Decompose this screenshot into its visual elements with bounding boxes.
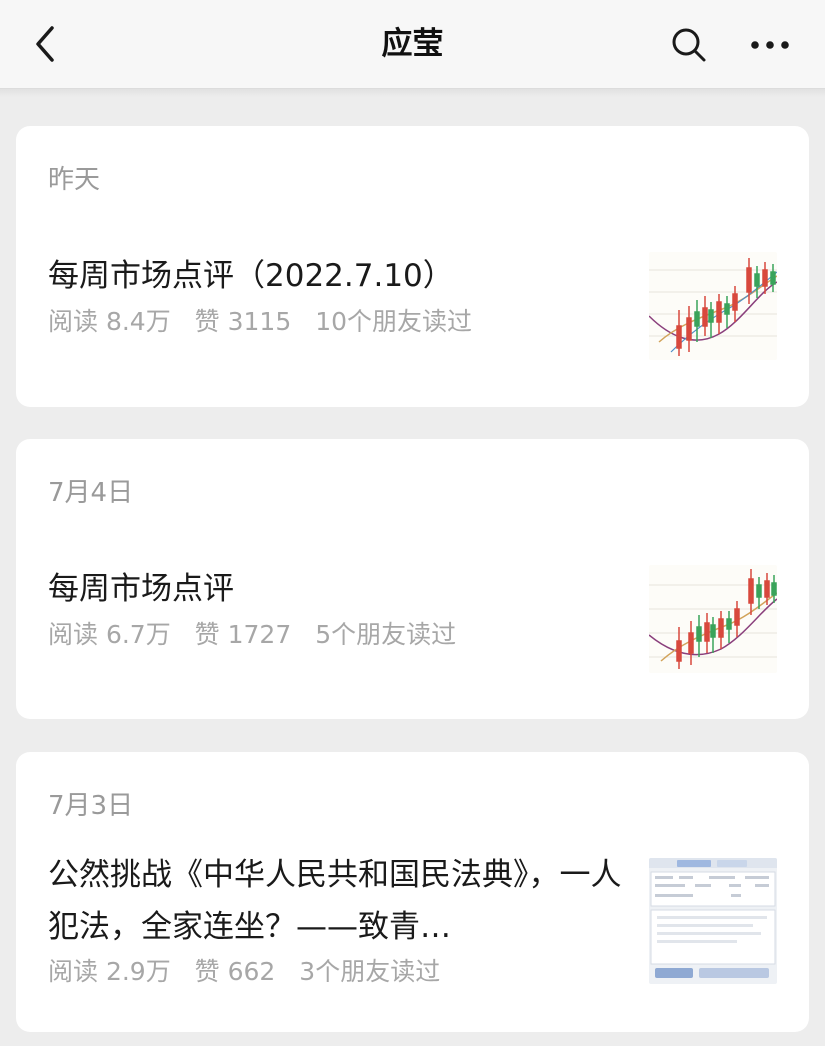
search-button[interactable] bbox=[666, 22, 712, 68]
like-count: 赞 1727 bbox=[194, 620, 292, 649]
search-icon bbox=[672, 28, 706, 62]
stock-chart-thumbnail[interactable] bbox=[649, 565, 777, 673]
top-bar: 应莹 bbox=[0, 0, 825, 89]
stock-chart-thumbnail[interactable] bbox=[649, 252, 777, 360]
article-stats: 阅读 8.4万 赞 3115 10个朋友读过 bbox=[48, 305, 472, 339]
article-date: 昨天 bbox=[48, 165, 101, 195]
article-card[interactable]: 7月3日 公然挑战《中华人民共和国民法典》，一人犯法，全家连坐？——致青… 阅读… bbox=[16, 752, 809, 1032]
friends-read: 10个朋友读过 bbox=[315, 307, 473, 336]
read-count: 阅读 6.7万 bbox=[48, 620, 171, 649]
article-card[interactable]: 7月4日 每周市场点评 阅读 6.7万 赞 1727 5个朋友读过 bbox=[16, 439, 809, 719]
article-card[interactable]: 昨天 每周市场点评（2022.7.10） 阅读 8.4万 赞 3115 10个朋… bbox=[16, 126, 809, 407]
article-title[interactable]: 公然挑战《中华人民共和国民法典》，一人犯法，全家连坐？——致青… bbox=[48, 849, 623, 953]
article-date: 7月3日 bbox=[48, 791, 134, 821]
header-shadow bbox=[0, 89, 825, 97]
screenshot-thumbnail[interactable] bbox=[649, 858, 777, 984]
more-button[interactable] bbox=[744, 22, 796, 68]
article-date: 7月4日 bbox=[48, 478, 134, 508]
article-title[interactable]: 每周市场点评 bbox=[48, 563, 623, 615]
more-dots-icon bbox=[751, 41, 789, 49]
article-stats: 阅读 6.7万 赞 1727 5个朋友读过 bbox=[48, 618, 456, 652]
friends-read: 3个朋友读过 bbox=[299, 957, 441, 986]
friends-read: 5个朋友读过 bbox=[315, 620, 457, 649]
article-title[interactable]: 每周市场点评（2022.7.10） bbox=[48, 250, 623, 302]
read-count: 阅读 2.9万 bbox=[48, 957, 171, 986]
like-count: 赞 3115 bbox=[194, 307, 292, 336]
article-stats: 阅读 2.9万 赞 662 3个朋友读过 bbox=[48, 955, 440, 989]
like-count: 赞 662 bbox=[194, 957, 276, 986]
read-count: 阅读 8.4万 bbox=[48, 307, 171, 336]
